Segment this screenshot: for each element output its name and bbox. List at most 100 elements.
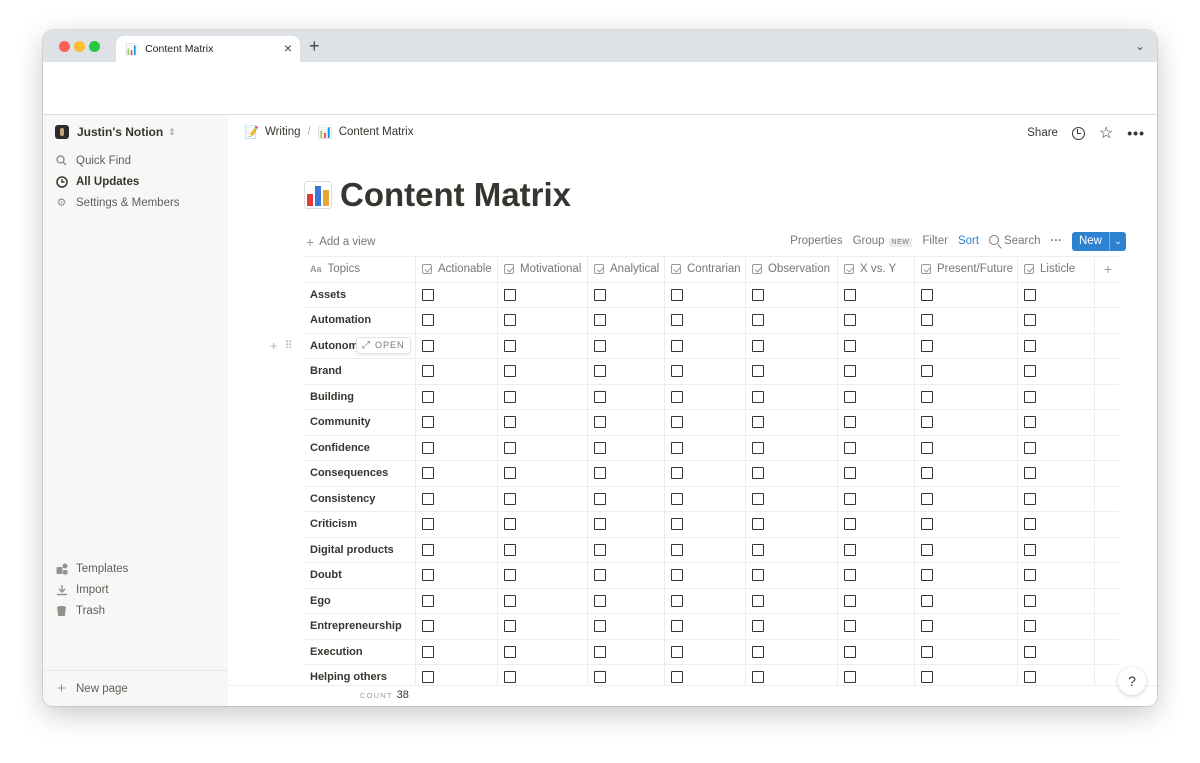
drag-handle-icon[interactable]: ⠿ <box>285 339 293 352</box>
table-row[interactable]: Ego <box>304 587 1119 613</box>
favorite-star-icon[interactable]: ☆ <box>1099 125 1113 141</box>
checkbox[interactable] <box>594 492 606 505</box>
checkbox[interactable] <box>422 492 434 505</box>
table-row[interactable]: Entrepreneurship <box>304 613 1119 639</box>
sidebar-item-settings[interactable]: ⚙ Settings & Members <box>55 196 180 210</box>
column-header-x-vs-y[interactable]: X vs. Y <box>838 257 915 282</box>
checkbox[interactable] <box>844 288 856 301</box>
breadcrumb-writing[interactable]: 📝 Writing <box>244 125 301 139</box>
checkbox[interactable] <box>422 594 434 607</box>
close-tab-icon[interactable]: × <box>284 40 292 56</box>
checkbox[interactable] <box>844 390 856 403</box>
checkbox[interactable] <box>671 594 683 607</box>
filter-button[interactable]: Filter <box>922 235 948 247</box>
checkbox[interactable] <box>422 288 434 301</box>
checkbox[interactable] <box>504 314 516 326</box>
column-header-motivational[interactable]: Motivational <box>498 257 588 282</box>
checkbox[interactable] <box>671 416 683 428</box>
checkbox[interactable] <box>671 492 683 505</box>
checkbox[interactable] <box>844 620 856 632</box>
table-row[interactable]: Digital products <box>304 536 1119 562</box>
updates-clock-icon[interactable] <box>1071 126 1085 140</box>
checkbox[interactable] <box>594 569 606 581</box>
checkbox[interactable] <box>844 416 856 428</box>
checkbox[interactable] <box>504 492 516 505</box>
close-window-button[interactable] <box>59 41 70 52</box>
checkbox[interactable] <box>752 543 764 556</box>
topic-cell[interactable]: Brand <box>304 359 416 384</box>
checkbox[interactable] <box>1024 390 1036 403</box>
checkbox[interactable] <box>1024 467 1036 479</box>
group-button[interactable]: Group NEW <box>853 235 913 247</box>
column-header-actionable[interactable]: Actionable <box>416 257 498 282</box>
sidebar-item-templates[interactable]: Templates <box>55 562 128 575</box>
checkbox[interactable] <box>1024 594 1036 607</box>
checkbox[interactable] <box>671 645 683 658</box>
workspace-switcher[interactable]: Justin's Notion ⇕ <box>55 125 176 139</box>
checkbox[interactable] <box>752 492 764 505</box>
checkbox[interactable] <box>422 314 434 326</box>
breadcrumb-content-matrix[interactable]: 📊 Content Matrix <box>318 125 414 139</box>
topic-cell[interactable]: Ego <box>304 588 416 613</box>
checkbox[interactable] <box>422 441 434 454</box>
checkbox[interactable] <box>921 569 933 581</box>
topic-cell[interactable]: Doubt <box>304 563 416 588</box>
checkbox[interactable] <box>504 441 516 454</box>
more-view-options-icon[interactable]: ··· <box>1050 235 1062 247</box>
topic-cell[interactable]: Community <box>304 410 416 435</box>
checkbox[interactable] <box>504 569 516 581</box>
checkbox[interactable] <box>671 441 683 454</box>
checkbox[interactable] <box>671 339 683 352</box>
checkbox[interactable] <box>504 671 516 683</box>
checkbox[interactable] <box>594 314 606 326</box>
checkbox[interactable] <box>921 441 933 454</box>
table-row[interactable]: Consistency <box>304 485 1119 511</box>
checkbox[interactable] <box>844 314 856 326</box>
table-row[interactable]: Criticism <box>304 511 1119 537</box>
column-header-analytical[interactable]: Analytical <box>588 257 665 282</box>
minimize-window-button[interactable] <box>74 41 85 52</box>
topic-cell[interactable]: Consistency <box>304 486 416 511</box>
checkbox[interactable] <box>671 518 683 530</box>
add-view-button[interactable]: + Add a view <box>306 234 375 250</box>
help-button[interactable]: ? <box>1118 667 1146 695</box>
checkbox[interactable] <box>594 620 606 632</box>
checkbox[interactable] <box>921 518 933 530</box>
checkbox[interactable] <box>752 518 764 530</box>
new-tab-button[interactable]: + <box>309 36 320 57</box>
topic-cell[interactable]: Building <box>304 384 416 409</box>
table-row[interactable]: Confidence <box>304 434 1119 460</box>
checkbox[interactable] <box>594 467 606 479</box>
checkbox[interactable] <box>594 390 606 403</box>
table-row[interactable]: Building <box>304 383 1119 409</box>
checkbox[interactable] <box>1024 314 1036 326</box>
topic-cell[interactable]: Execution <box>304 639 416 664</box>
checkbox[interactable] <box>844 594 856 607</box>
checkbox[interactable] <box>921 365 933 377</box>
column-header-present-future[interactable]: Present/Future <box>915 257 1018 282</box>
checkbox[interactable] <box>844 671 856 683</box>
checkbox[interactable] <box>671 365 683 377</box>
column-header-topics[interactable]: Aa Topics <box>304 257 416 282</box>
checkbox[interactable] <box>504 288 516 301</box>
checkbox[interactable] <box>504 518 516 530</box>
checkbox[interactable] <box>504 543 516 556</box>
checkbox[interactable] <box>844 492 856 505</box>
add-row-plus-icon[interactable]: + <box>270 338 278 353</box>
checkbox[interactable] <box>752 390 764 403</box>
checkbox[interactable] <box>504 416 516 428</box>
table-row[interactable]: Assets <box>304 281 1119 307</box>
checkbox[interactable] <box>752 620 764 632</box>
topic-cell[interactable]: Digital products <box>304 537 416 562</box>
topic-cell[interactable]: Assets <box>304 282 416 307</box>
checkbox[interactable] <box>1024 645 1036 658</box>
checkbox[interactable] <box>921 288 933 301</box>
checkbox[interactable] <box>752 339 764 352</box>
checkbox[interactable] <box>594 645 606 658</box>
topic-cell[interactable]: Automation <box>304 308 416 333</box>
checkbox[interactable] <box>921 492 933 505</box>
checkbox[interactable] <box>1024 416 1036 428</box>
sidebar-item-quick-find[interactable]: Quick Find <box>55 154 131 167</box>
sidebar-item-trash[interactable]: Trash <box>55 604 105 617</box>
checkbox[interactable] <box>671 288 683 301</box>
